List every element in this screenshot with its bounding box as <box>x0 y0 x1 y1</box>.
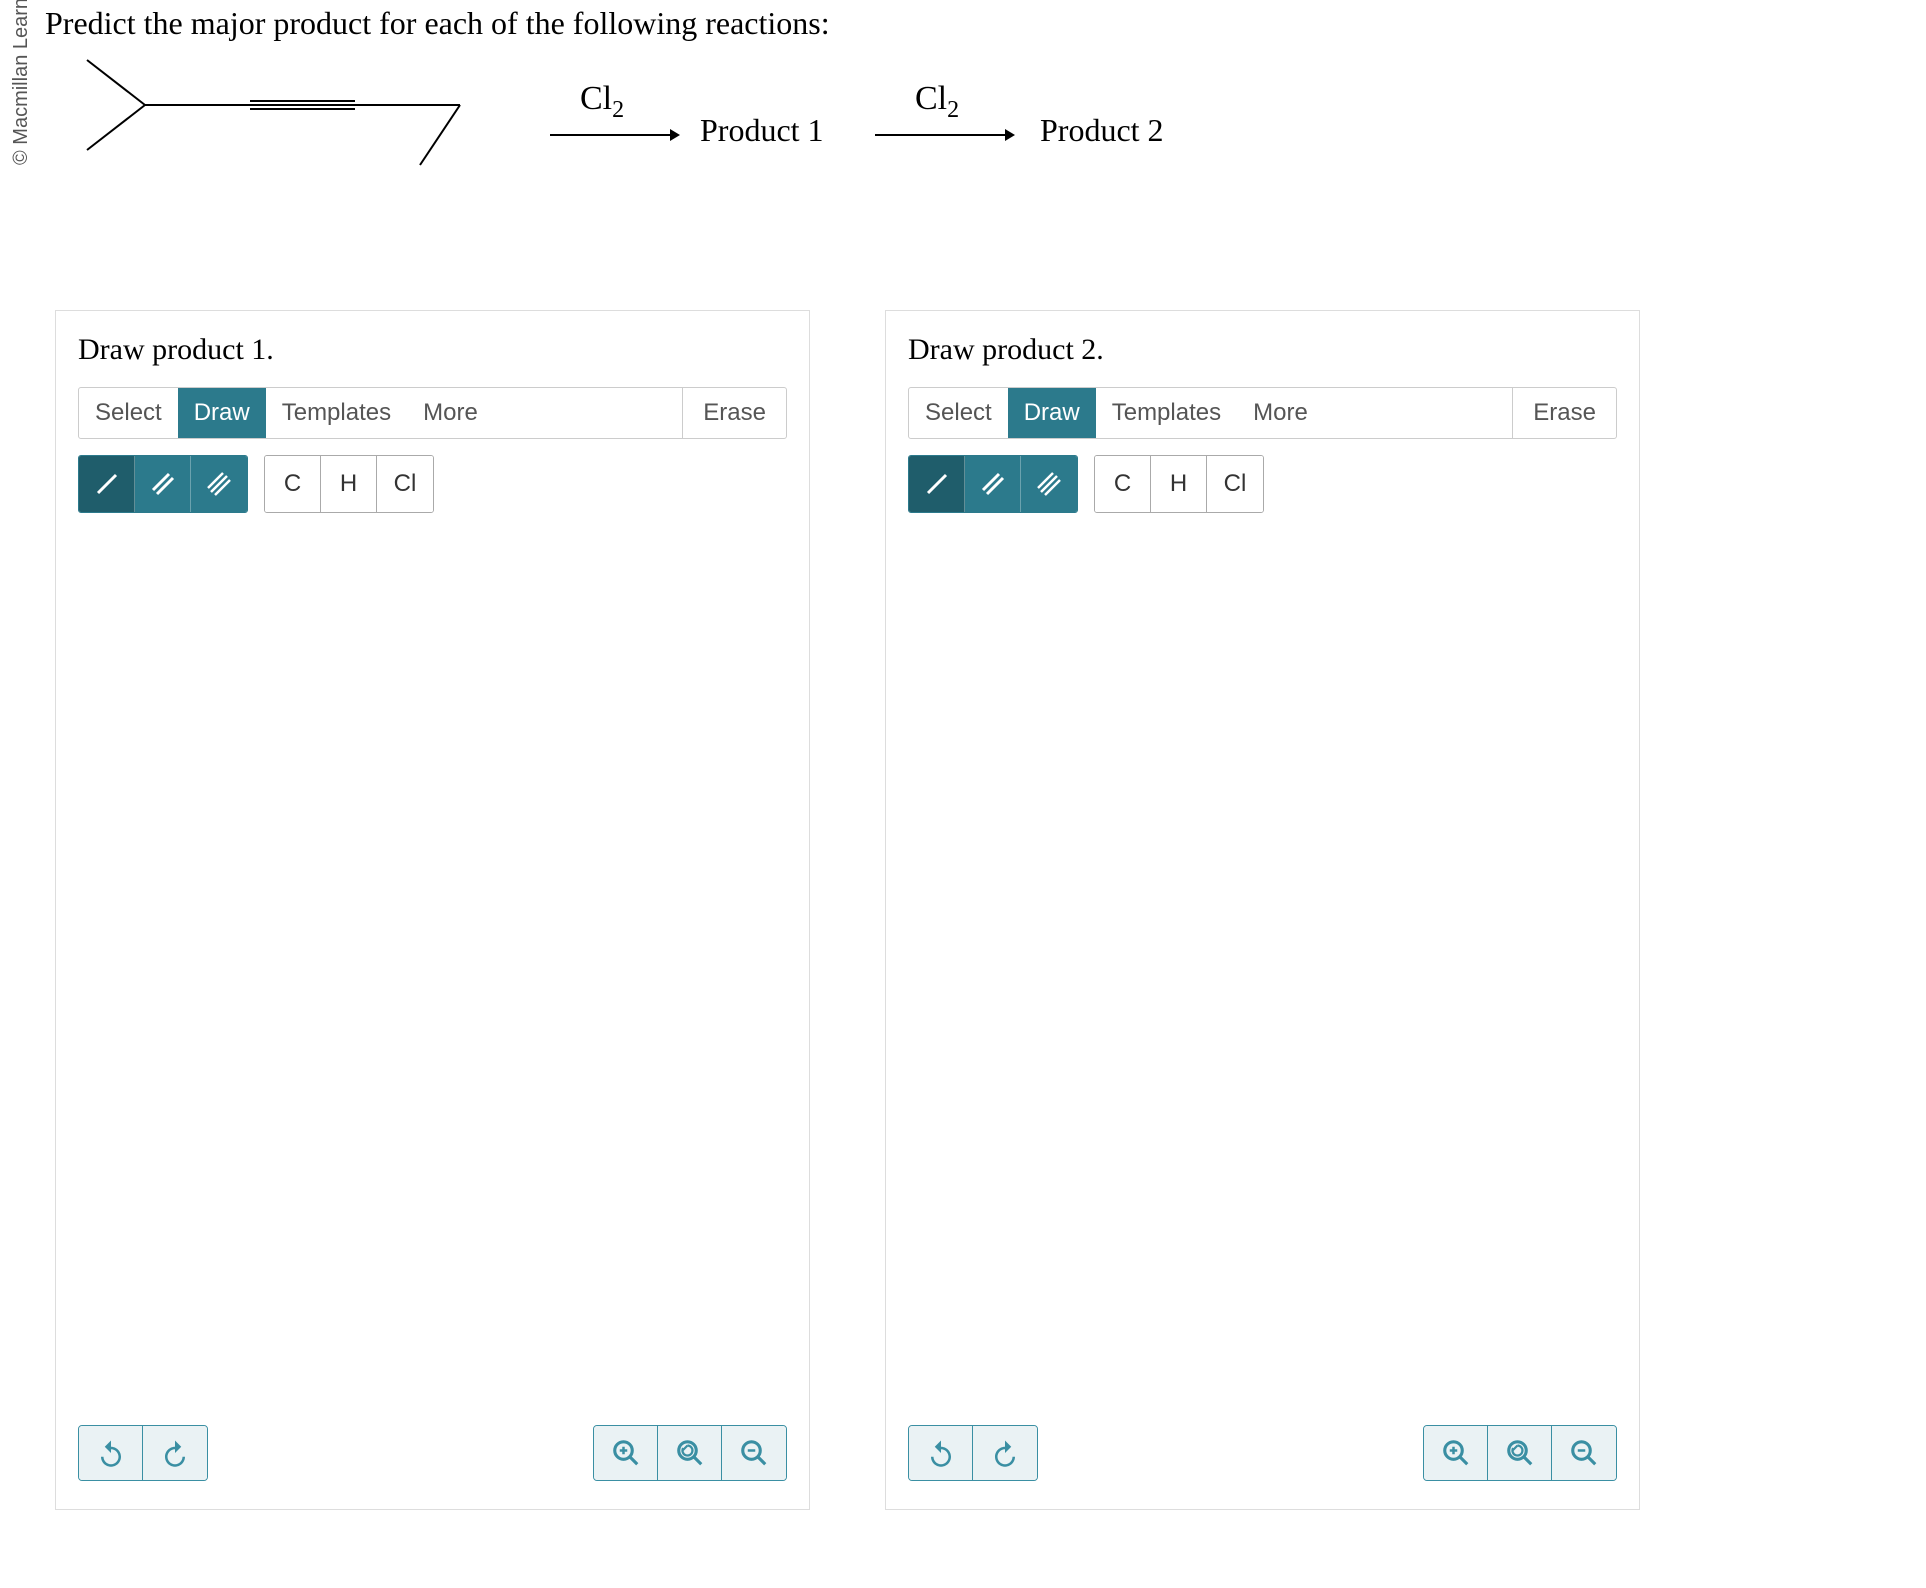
undo-button[interactable] <box>909 1426 973 1480</box>
triple-bond-icon <box>1036 471 1062 497</box>
atom-c-button[interactable]: C <box>1095 456 1151 512</box>
reagent-2-label: Cl2 <box>915 80 959 124</box>
undo-icon <box>926 1438 956 1468</box>
zoom-out-icon <box>739 1438 769 1468</box>
tab-more[interactable]: More <box>1237 388 1324 438</box>
zoom-reset-icon <box>675 1438 705 1468</box>
atom-cl-button[interactable]: Cl <box>377 456 433 512</box>
single-bond-icon <box>94 471 120 497</box>
product-2-label: Product 2 <box>1040 112 1164 149</box>
zoom-out-button[interactable] <box>722 1426 786 1480</box>
reagent-1-label: Cl2 <box>580 80 624 124</box>
zoom-out-button[interactable] <box>1552 1426 1616 1480</box>
zoom-out-icon <box>1569 1438 1599 1468</box>
tab-templates[interactable]: Templates <box>1096 388 1237 438</box>
atom-h-button[interactable]: H <box>321 456 377 512</box>
reaction-arrow-2 <box>875 125 1015 145</box>
tab-draw[interactable]: Draw <box>178 388 266 438</box>
draw-panel-2: Draw product 2. Select Draw Templates Mo… <box>885 310 1640 1510</box>
toolbar-2: Select Draw Templates More Erase <box>908 387 1617 439</box>
triple-bond-button[interactable] <box>1021 456 1077 512</box>
tab-draw[interactable]: Draw <box>1008 388 1096 438</box>
single-bond-button[interactable] <box>79 456 135 512</box>
single-bond-button[interactable] <box>909 456 965 512</box>
triple-bond-button[interactable] <box>191 456 247 512</box>
reaction-scheme: Cl2 Product 1 Cl2 Product 2 <box>70 40 1570 230</box>
double-bond-button[interactable] <box>135 456 191 512</box>
bond-tools <box>78 455 248 513</box>
tab-more[interactable]: More <box>407 388 494 438</box>
redo-button[interactable] <box>973 1426 1037 1480</box>
atom-tools: C H Cl <box>1094 455 1264 513</box>
atom-c-button[interactable]: C <box>265 456 321 512</box>
panel-1-title: Draw product 1. <box>78 333 787 367</box>
product-1-label: Product 1 <box>700 112 824 149</box>
atom-cl-button[interactable]: Cl <box>1207 456 1263 512</box>
reactant-structure <box>75 45 475 225</box>
zoom-in-icon <box>1441 1438 1471 1468</box>
redo-button[interactable] <box>143 1426 207 1480</box>
single-bond-icon <box>924 471 950 497</box>
tab-select[interactable]: Select <box>909 388 1008 438</box>
zoom-reset-button[interactable] <box>1488 1426 1552 1480</box>
redo-icon <box>160 1438 190 1468</box>
double-bond-icon <box>150 471 176 497</box>
atom-h-button[interactable]: H <box>1151 456 1207 512</box>
tab-templates[interactable]: Templates <box>266 388 407 438</box>
redo-icon <box>990 1438 1020 1468</box>
undo-icon <box>96 1438 126 1468</box>
erase-button[interactable]: Erase <box>682 388 786 438</box>
undo-button[interactable] <box>79 1426 143 1480</box>
draw-panel-1: Draw product 1. Select Draw Templates Mo… <box>55 310 810 1510</box>
erase-button[interactable]: Erase <box>1512 388 1616 438</box>
copyright-text: © Macmillan Learning <box>10 0 33 165</box>
double-bond-icon <box>980 471 1006 497</box>
zoom-in-button[interactable] <box>594 1426 658 1480</box>
double-bond-button[interactable] <box>965 456 1021 512</box>
zoom-reset-button[interactable] <box>658 1426 722 1480</box>
question-text: Predict the major product for each of th… <box>45 5 830 42</box>
panel-2-title: Draw product 2. <box>908 333 1617 367</box>
bond-tools <box>908 455 1078 513</box>
reaction-arrow-1 <box>550 125 680 145</box>
zoom-in-button[interactable] <box>1424 1426 1488 1480</box>
triple-bond-icon <box>206 471 232 497</box>
atom-tools: C H Cl <box>264 455 434 513</box>
zoom-in-icon <box>611 1438 641 1468</box>
zoom-reset-icon <box>1505 1438 1535 1468</box>
toolbar-1: Select Draw Templates More Erase <box>78 387 787 439</box>
tab-select[interactable]: Select <box>79 388 178 438</box>
